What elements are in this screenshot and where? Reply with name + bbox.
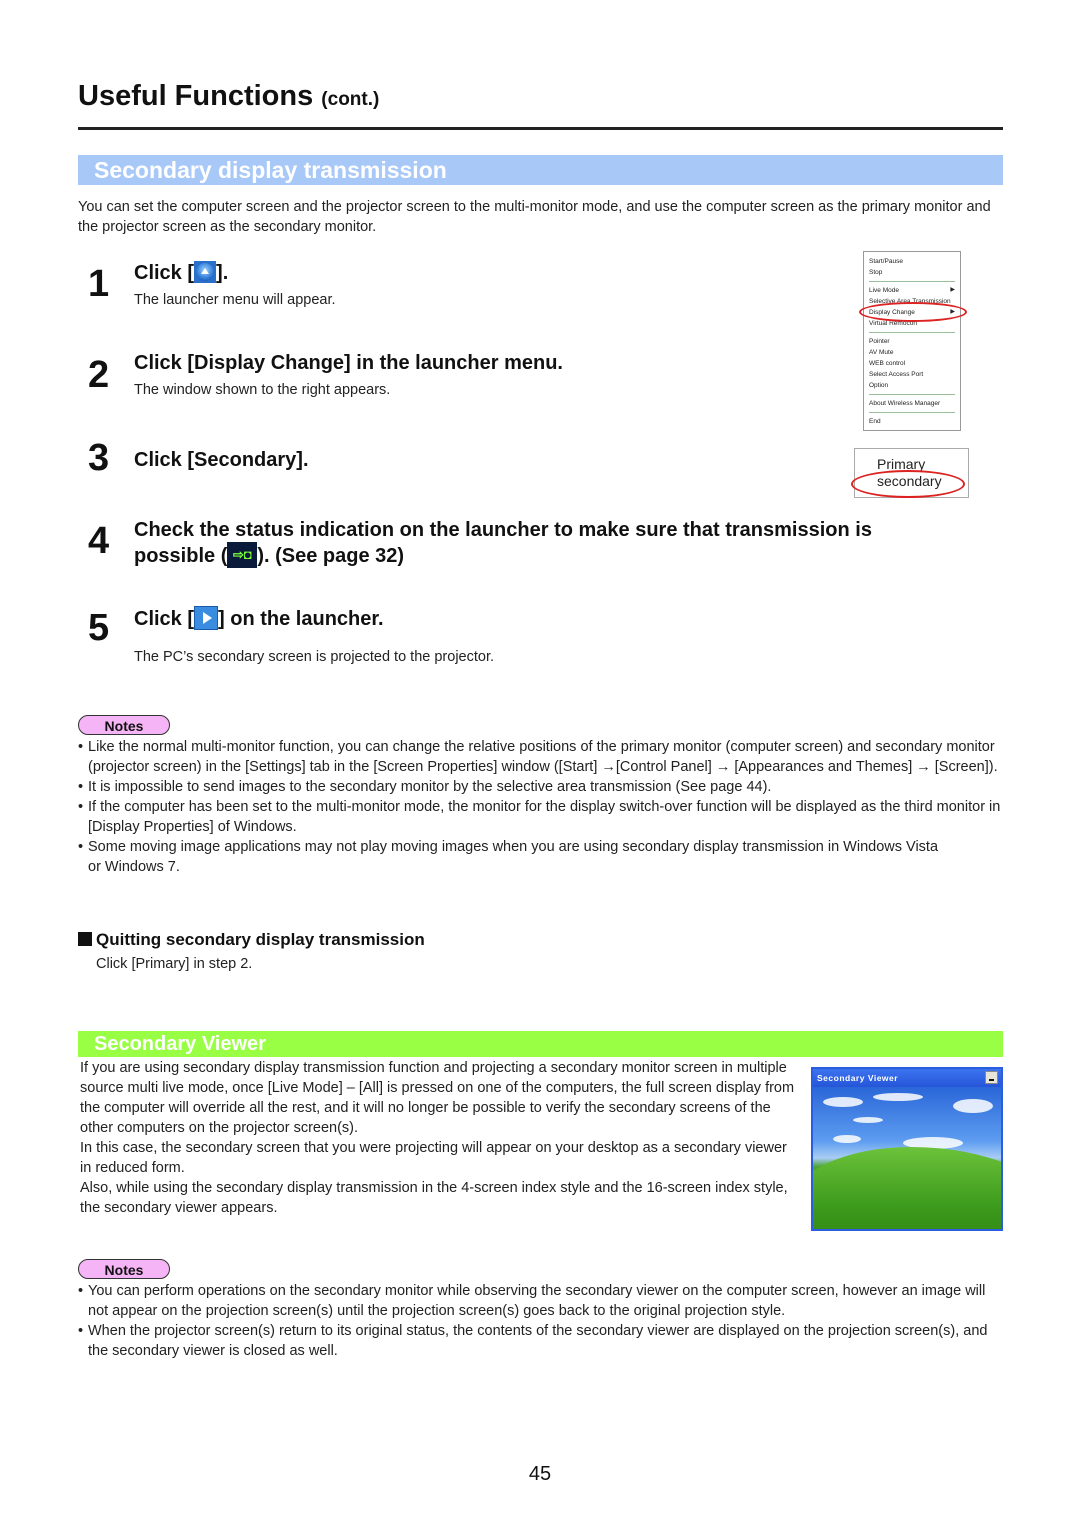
section2-paragraph: In this case, the secondary screen that … bbox=[80, 1140, 787, 1176]
notes-badge: Notes bbox=[78, 1259, 170, 1279]
step-title-4-pre: possible ( bbox=[134, 545, 228, 567]
step-number-3: 3 bbox=[88, 437, 110, 479]
page-number: 45 bbox=[528, 1463, 552, 1485]
step-desc-5: The PC’s secondary screen is projected t… bbox=[134, 649, 495, 665]
menu-separator bbox=[869, 412, 955, 413]
minimize-button[interactable] bbox=[985, 1071, 998, 1084]
note-item: If the computer has been set to the mult… bbox=[78, 797, 1008, 837]
viewer-title: Secondary Viewer bbox=[817, 1073, 899, 1083]
note-item: Some moving image applications may not p… bbox=[78, 837, 948, 877]
square-bullet-icon bbox=[78, 932, 92, 946]
cloud-shape bbox=[953, 1099, 993, 1113]
play-icon bbox=[194, 605, 219, 630]
section2-body: If you are using secondary display trans… bbox=[80, 1058, 795, 1218]
menu-item-end[interactable]: End bbox=[869, 416, 955, 427]
menu-separator bbox=[869, 281, 955, 282]
step-title-1-pre: Click [ bbox=[134, 262, 195, 284]
page-title-text: Useful Functions bbox=[78, 80, 314, 112]
menu-item-live-mode[interactable]: Live Mode ▶ bbox=[869, 285, 955, 296]
highlight-ring-display-change bbox=[859, 302, 967, 322]
page-title: Useful Functions (cont.) bbox=[78, 80, 379, 113]
note-item: You can perform operations on the second… bbox=[78, 1281, 1008, 1321]
step-title-4-line1: Check the status indication on the launc… bbox=[134, 519, 872, 541]
section2-paragraph: If you are using secondary display trans… bbox=[80, 1060, 795, 1136]
menu-item-live-mode-label: Live Mode bbox=[869, 287, 899, 294]
menu-item-av-mute[interactable]: AV Mute bbox=[869, 347, 955, 358]
note-item: It is impossible to send images to the s… bbox=[78, 777, 1008, 797]
cloud-shape bbox=[833, 1135, 861, 1143]
step-title-5-pre: Click [ bbox=[134, 608, 195, 630]
hill-shape bbox=[813, 1147, 1001, 1229]
step-number-4: 4 bbox=[88, 520, 110, 562]
step-number-5: 5 bbox=[88, 607, 110, 649]
menu-item-start-pause[interactable]: Start/Pause bbox=[869, 256, 955, 267]
step-title-1-post: ]. bbox=[216, 262, 229, 284]
section-heading-secondary-viewer: Secondary Viewer bbox=[78, 1031, 1003, 1057]
menu-item-select-access-port[interactable]: Select Access Port bbox=[869, 369, 955, 380]
step-number-2: 2 bbox=[88, 354, 110, 396]
step-title-4-line2: possible (⇨◘). (See page 32) bbox=[134, 541, 405, 568]
page-title-suffix: (cont.) bbox=[321, 89, 380, 110]
note-item: When the projector screen(s) return to i… bbox=[78, 1321, 1008, 1361]
submenu-arrow-icon: ▶ bbox=[950, 287, 955, 293]
section-intro: You can set the computer screen and the … bbox=[78, 199, 991, 235]
step-title-2: Click [Display Change] in the launcher m… bbox=[134, 352, 563, 374]
notes-list: Like the normal multi-monitor function, … bbox=[78, 737, 1008, 877]
notes-list: You can perform operations on the second… bbox=[78, 1281, 1008, 1361]
quit-desc: Click [Primary] in step 2. bbox=[96, 956, 253, 972]
highlight-ring-secondary bbox=[851, 470, 965, 498]
viewer-screen-image bbox=[813, 1087, 1001, 1229]
quit-heading-text: Quitting secondary display transmission bbox=[96, 930, 425, 949]
menu-separator bbox=[869, 394, 955, 395]
viewer-titlebar: Secondary Viewer bbox=[813, 1069, 1001, 1087]
menu-separator bbox=[869, 332, 955, 333]
section2-paragraph: Also, while using the secondary display … bbox=[80, 1180, 788, 1216]
transmission-possible-icon: ⇨◘ bbox=[227, 541, 258, 568]
title-rule bbox=[78, 127, 1003, 130]
step-title-5: Click [ ] on the launcher. bbox=[134, 605, 384, 631]
step-desc-1: The launcher menu will appear. bbox=[134, 292, 336, 308]
step-desc-2: The window shown to the right appears. bbox=[134, 382, 391, 398]
menu-item-pointer[interactable]: Pointer bbox=[869, 336, 955, 347]
menu-item-about[interactable]: About Wireless Manager bbox=[869, 398, 955, 409]
cloud-shape bbox=[853, 1117, 883, 1123]
menu-item-option[interactable]: Option bbox=[869, 380, 955, 391]
notes-badge: Notes bbox=[78, 715, 170, 735]
secondary-viewer-window: Secondary Viewer bbox=[811, 1067, 1003, 1231]
menu-item-web-control[interactable]: WEB control bbox=[869, 358, 955, 369]
launcher-up-icon bbox=[194, 260, 217, 283]
cloud-shape bbox=[823, 1097, 863, 1107]
step-number-1: 1 bbox=[88, 263, 110, 305]
menu-item-stop[interactable]: Stop bbox=[869, 267, 955, 278]
cloud-shape bbox=[873, 1093, 923, 1101]
note-item: Like the normal multi-monitor function, … bbox=[78, 737, 1008, 777]
quit-heading: Quitting secondary display transmission bbox=[78, 930, 425, 950]
section-heading-secondary-display-transmission: Secondary display transmission bbox=[78, 155, 1003, 185]
step-title-1: Click []. bbox=[134, 260, 229, 285]
step-title-3: Click [Secondary]. bbox=[134, 449, 309, 471]
step-title-5-post: ] on the launcher. bbox=[218, 608, 384, 630]
launcher-menu: Start/Pause Stop Live Mode ▶ Selective Ar… bbox=[863, 251, 961, 431]
step-title-4-post: ). (See page 32) bbox=[257, 545, 405, 567]
